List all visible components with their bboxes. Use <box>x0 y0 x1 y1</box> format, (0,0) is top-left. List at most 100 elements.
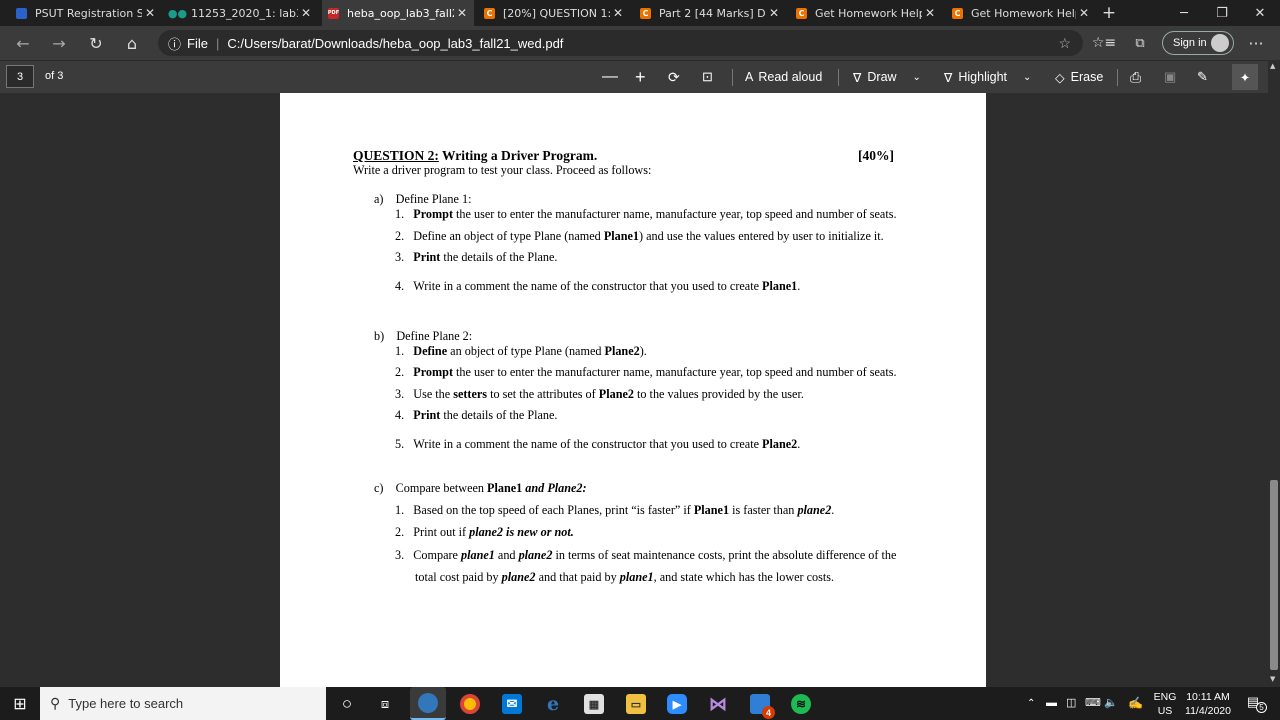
item-text: . <box>797 279 801 293</box>
favorite-star-icon[interactable]: ☆ <box>1058 35 1071 52</box>
tab-psut-registration[interactable]: PSUT Registration Syste ✕ <box>10 0 162 26</box>
visual-studio-icon[interactable]: ⋈ <box>708 694 728 714</box>
save-button[interactable]: ▣ <box>1164 67 1176 87</box>
tab-chegg-homework-1[interactable]: C Get Homework Help W ✕ <box>790 0 942 26</box>
spotify-icon[interactable]: ≋ <box>791 694 811 714</box>
language-code: ENG <box>1153 691 1177 703</box>
bold-italic-text: plane1 <box>619 570 654 584</box>
zoom-out-button[interactable]: — <box>602 67 618 87</box>
pen-workspace-icon[interactable]: ✍ <box>1128 696 1143 710</box>
action-center-icon[interactable]: ▤ 5 <box>1243 695 1267 713</box>
erase-button[interactable]: ◇ Erase <box>1055 67 1103 87</box>
show-hidden-icons[interactable]: ⌃ <box>1027 697 1035 711</box>
tab-chegg-homework-2[interactable]: C Get Homework Help W ✕ <box>946 0 1096 26</box>
address-bar[interactable]: ⓘ File | C:/Users/barat/Downloads/heba_o… <box>158 30 1083 56</box>
read-aloud-button[interactable]: A Read aloud <box>745 67 822 87</box>
back-arrow-icon: ← <box>16 33 30 53</box>
scroll-down-icon[interactable]: ▼ <box>1270 675 1275 683</box>
section-c-heading: c) Compare between Plane1 and Plane2: <box>374 481 587 496</box>
browser-tab-strip: PSUT Registration Syste ✕ ●● 11253_2020_… <box>0 0 1280 26</box>
save-as-icon: ✎ <box>1197 69 1208 84</box>
taskbar-search-box[interactable]: ⚲ Type here to search <box>40 687 326 720</box>
bold-italic-text: plane1 <box>461 548 495 562</box>
printer-icon: ⎙ <box>1130 68 1142 85</box>
pdf-viewer: QUESTION 2: Writing a Driver Program. [4… <box>0 93 1268 687</box>
rotate-button[interactable]: ⟳ <box>668 67 680 87</box>
collections-button[interactable]: ⧉ <box>1127 30 1153 56</box>
minimize-button[interactable]: ─ <box>1164 0 1204 26</box>
pdf-icon: PDF <box>328 7 339 19</box>
page-number-input[interactable]: 3 <box>6 65 34 88</box>
tab-pdf-active[interactable]: PDF heba_oop_lab3_fall21_ ✕ <box>322 0 474 26</box>
search-placeholder: Type here to search <box>68 696 184 711</box>
bold-text: setters <box>453 387 488 401</box>
clock-time: 10:11 AM <box>1186 691 1230 703</box>
question-weight: [40%] <box>858 148 894 163</box>
favorites-button[interactable]: ☆≡ <box>1091 30 1117 56</box>
battery-icon[interactable]: ▬ <box>1046 696 1057 710</box>
volume-icon[interactable]: 🔈 <box>1104 696 1118 710</box>
tab-chegg-question1[interactable]: C [20%] QUESTION 1: De ✕ <box>478 0 630 26</box>
page-count-label: of 3 <box>45 70 64 82</box>
fit-page-button[interactable]: ⊡ <box>702 67 713 87</box>
close-window-button[interactable]: ✕ <box>1240 0 1280 26</box>
toolbar-divider <box>1117 69 1118 86</box>
search-icon: ⚲ <box>50 695 61 711</box>
store-icon[interactable]: ▦ <box>584 694 604 714</box>
zoom-icon[interactable]: ▶ <box>667 694 687 714</box>
more-menu-button[interactable]: ··· <box>1243 30 1269 56</box>
close-icon[interactable]: ✕ <box>454 6 470 20</box>
task-view-icon[interactable]: ⧈ <box>375 694 395 714</box>
chrome-icon[interactable] <box>460 694 480 714</box>
item-text: Based on the top speed of each Planes, p… <box>413 503 694 517</box>
maximize-button[interactable]: ❐ <box>1202 0 1242 26</box>
close-icon[interactable]: ✕ <box>1076 6 1092 20</box>
save-as-button[interactable]: ✎ <box>1197 67 1208 87</box>
back-button[interactable]: ← <box>10 30 36 56</box>
item-text: ) and use the values entered by user to … <box>639 229 884 243</box>
photos-icon[interactable]: 4 <box>750 694 775 719</box>
new-tab-button[interactable]: + <box>1096 0 1122 26</box>
pin-toolbar-button[interactable]: ✦ <box>1232 64 1258 90</box>
vertical-scrollbar[interactable]: ▲ ▼ <box>1268 60 1280 687</box>
language-indicator[interactable]: ENG US <box>1151 690 1179 718</box>
cortana-icon[interactable]: ○ <box>337 694 357 714</box>
close-icon[interactable]: ✕ <box>766 6 782 20</box>
close-icon[interactable]: ✕ <box>298 6 314 20</box>
network-icon[interactable]: ⌨ <box>1085 696 1101 710</box>
zoom-in-button[interactable]: + <box>635 67 646 87</box>
taskbar-edge-button[interactable] <box>410 687 446 720</box>
file-explorer-icon[interactable]: ▭ <box>626 694 646 714</box>
sign-in-button[interactable]: Sign in <box>1162 31 1234 55</box>
internet-explorer-icon[interactable]: e <box>543 693 563 715</box>
tab-moodle[interactable]: ●● 11253_2020_1: lab3_se ✕ <box>166 0 318 26</box>
bold-text: Prompt <box>413 365 453 379</box>
forward-button[interactable]: → <box>46 30 72 56</box>
windows-start-icon[interactable]: ⊞ <box>10 694 30 714</box>
home-button[interactable]: ⌂ <box>119 30 145 56</box>
security-icon[interactable]: ◫ <box>1066 696 1076 710</box>
refresh-button[interactable]: ↻ <box>83 30 109 56</box>
item-number: 2. <box>395 365 405 379</box>
item-text: the details of the Plane. <box>440 250 558 264</box>
item-text: Write in a comment the name of the const… <box>413 437 763 451</box>
chegg-icon: C <box>640 7 651 19</box>
item-number: 3. <box>395 387 405 401</box>
close-icon[interactable]: ✕ <box>922 6 938 20</box>
item-text: ). <box>639 344 647 358</box>
scroll-up-icon[interactable]: ▲ <box>1270 62 1275 70</box>
mail-icon[interactable]: ✉ <box>502 694 522 714</box>
list-item-c3: 3. Compare plane1 and plane2 in terms of… <box>395 548 896 563</box>
close-icon[interactable]: ✕ <box>142 6 158 20</box>
highlight-button[interactable]: ∇ Highlight ⌄ <box>944 67 1031 87</box>
print-button[interactable]: ⎙ <box>1130 67 1141 87</box>
tab-title: Part 2 [44 Marks] Defin <box>659 6 766 20</box>
ellipsis-icon: ··· <box>1248 33 1264 53</box>
scrollbar-thumb[interactable] <box>1270 480 1278 670</box>
clock[interactable]: 10:11 AM 11/4/2020 <box>1180 690 1236 718</box>
pin-icon: ✦ <box>1239 70 1251 85</box>
bold-italic-text: Plane2: <box>547 481 587 495</box>
close-icon[interactable]: ✕ <box>610 6 626 20</box>
tab-chegg-part2[interactable]: C Part 2 [44 Marks] Defin ✕ <box>634 0 786 26</box>
draw-button[interactable]: ∇ Draw ⌄ <box>853 67 921 87</box>
